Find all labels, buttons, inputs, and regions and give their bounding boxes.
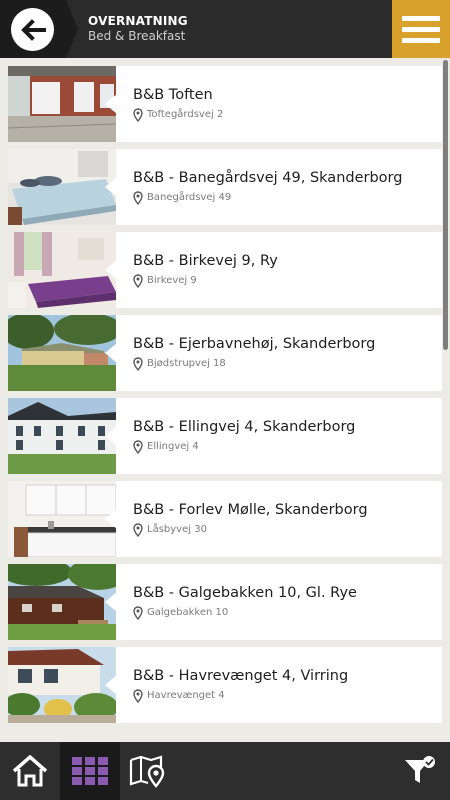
listing-info: B&B - Galgebakken 10, Gl. Rye Galgebakke… <box>116 585 357 620</box>
bottom-nav <box>0 742 450 800</box>
listing-thumbnail <box>8 564 116 640</box>
listing-list: B&B Toften Toftegårdsvej 2 B&B - Banegår… <box>8 66 442 730</box>
list-item[interactable]: B&B - Birkevej 9, Ry Birkevej 9 <box>8 232 442 308</box>
address-text: Bjødstrupvej 18 <box>147 358 226 369</box>
listing-info: B&B Toften Toftegårdsvej 2 <box>116 87 223 122</box>
hamburger-line <box>402 26 440 32</box>
address-text: Banegårdsvej 49 <box>147 192 232 203</box>
list-item[interactable]: B&B - Ejerbavnehøj, Skanderborg Bjødstru… <box>8 315 442 391</box>
listing-thumbnail <box>8 481 116 557</box>
hamburger-menu-icon <box>402 15 440 21</box>
list-item[interactable]: B&B - Havrevænget 4, Virring Havrevænget… <box>8 647 442 723</box>
grid-tab[interactable] <box>60 742 120 800</box>
list-item[interactable]: B&B Toften Toftegårdsvej 2 <box>8 66 442 142</box>
address-text: Toftegårdsvej 2 <box>147 109 224 120</box>
filter-icon <box>405 756 435 783</box>
map-pin-icon <box>133 107 143 122</box>
listing-thumbnail <box>8 647 116 723</box>
menu-button[interactable] <box>392 0 450 58</box>
listing-info: B&B - Banegårdsvej 49, Skanderborg Baneg… <box>116 170 402 205</box>
listing-thumbnail <box>8 66 116 142</box>
map-pin-icon <box>133 688 143 703</box>
map-pin-icon <box>133 356 143 371</box>
listing-thumbnail <box>8 398 116 474</box>
map-pin-icon <box>133 439 143 454</box>
listing-address: Birkevej 9 <box>133 273 278 288</box>
map-icon <box>129 755 165 788</box>
filter-tab[interactable] <box>390 742 450 800</box>
back-button[interactable] <box>11 8 54 51</box>
list-item[interactable]: B&B - Banegårdsvej 49, Skanderborg Baneg… <box>8 149 442 225</box>
listing-thumbnail <box>8 149 116 225</box>
address-text: Galgebakken 10 <box>147 607 229 618</box>
address-text: Birkevej 9 <box>147 275 197 286</box>
arrow-left-icon <box>20 18 46 41</box>
listing-name: B&B - Havrevænget 4, Virring <box>133 667 349 684</box>
listing-address: Galgebakken 10 <box>133 605 357 620</box>
listing-name: B&B Toften <box>133 86 213 103</box>
listing-name: B&B - Ejerbavnehøj, Skanderborg <box>133 335 376 352</box>
listing-address: Låsbyvej 30 <box>133 522 368 537</box>
listing-info: B&B - Birkevej 9, Ry Birkevej 9 <box>116 253 278 288</box>
listing-info: B&B - Havrevænget 4, Virring Havrevænget… <box>116 668 348 703</box>
header-titles: OVERNATNING Bed & Breakfast <box>88 14 188 43</box>
list-item[interactable]: B&B - Ellingvej 4, Skanderborg Ellingvej… <box>8 398 442 474</box>
listing-address: Ellingvej 4 <box>133 439 355 454</box>
back-zone <box>0 0 78 58</box>
address-text: Låsbyvej 30 <box>147 524 207 535</box>
scrollbar[interactable] <box>443 60 448 350</box>
listing-name: B&B - Forlev Mølle, Skanderborg <box>133 501 368 518</box>
page-subtitle: Bed & Breakfast <box>88 29 186 43</box>
listing-thumbnail <box>8 315 116 391</box>
listing-name: B&B - Banegårdsvej 49, Skanderborg <box>133 169 403 186</box>
app-header: OVERNATNING Bed & Breakfast <box>0 0 450 58</box>
home-tab[interactable] <box>0 742 60 800</box>
listing-thumbnail <box>8 232 116 308</box>
listing-info: B&B - Ellingvej 4, Skanderborg Ellingvej… <box>116 419 355 454</box>
listing-name: B&B - Galgebakken 10, Gl. Rye <box>133 584 357 601</box>
listing-info: B&B - Forlev Mølle, Skanderborg Låsbyvej… <box>116 502 368 537</box>
hamburger-line <box>402 37 440 43</box>
listing-address: Toftegårdsvej 2 <box>133 107 224 122</box>
listing-info: B&B - Ejerbavnehøj, Skanderborg Bjødstru… <box>116 336 375 371</box>
address-text: Havrevænget 4 <box>147 690 225 701</box>
map-tab[interactable] <box>118 742 178 800</box>
list-item[interactable]: B&B - Forlev Mølle, Skanderborg Låsbyvej… <box>8 481 442 557</box>
list-item[interactable]: B&B - Galgebakken 10, Gl. Rye Galgebakke… <box>8 564 442 640</box>
listing-name: B&B - Ellingvej 4, Skanderborg <box>133 418 356 435</box>
listing-address: Bjødstrupvej 18 <box>133 356 375 371</box>
map-pin-icon <box>133 273 143 288</box>
listing-name: B&B - Birkevej 9, Ry <box>133 252 278 269</box>
grid-icon <box>72 757 108 785</box>
map-pin-icon <box>133 605 143 620</box>
home-icon <box>12 755 48 787</box>
map-pin-icon <box>133 522 143 537</box>
listing-address: Banegårdsvej 49 <box>133 190 402 205</box>
page-title: OVERNATNING <box>88 14 188 28</box>
listing-address: Havrevænget 4 <box>133 688 348 703</box>
map-pin-icon <box>133 190 143 205</box>
address-text: Ellingvej 4 <box>147 441 199 452</box>
